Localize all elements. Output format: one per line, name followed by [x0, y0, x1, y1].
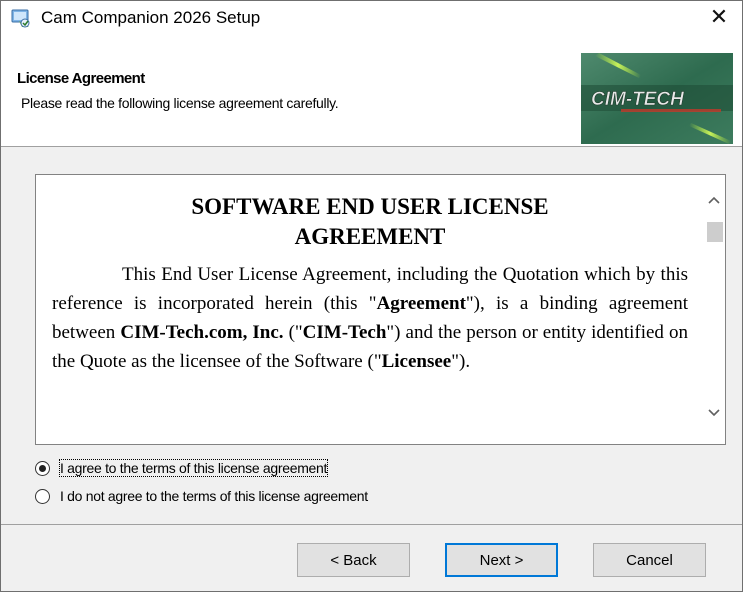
footer-divider — [1, 524, 742, 525]
page-subtitle: Please read the following license agreem… — [21, 95, 339, 111]
license-text-segment: "). — [451, 351, 471, 372]
cancel-button[interactable]: Cancel — [593, 543, 706, 577]
license-term-licensee: Licensee — [381, 351, 452, 372]
back-button[interactable]: < Back — [297, 543, 410, 577]
license-term-company: CIM-Tech.com, Inc. — [120, 322, 284, 343]
disagree-radio-label[interactable]: I do not agree to the terms of this lice… — [60, 488, 368, 504]
agree-radio[interactable] — [35, 461, 50, 476]
license-paragraph: This End User License Agreement, includi… — [52, 260, 688, 376]
license-term-agreement: Agreement — [376, 293, 466, 314]
close-icon: ✕ — [709, 4, 729, 29]
page-title: License Agreement — [17, 70, 145, 87]
license-heading: SOFTWARE END USER LICENSE AGREEMENT — [52, 192, 688, 252]
license-term-cim-tech: CIM-Tech — [302, 322, 387, 343]
license-heading-line2: AGREEMENT — [294, 224, 446, 249]
close-button[interactable]: ✕ — [696, 1, 742, 33]
license-text-segment: (" — [283, 322, 303, 343]
license-heading-line1: SOFTWARE END USER LICENSE — [191, 194, 549, 219]
disagree-radio[interactable] — [35, 489, 50, 504]
chevron-up-icon — [708, 196, 720, 204]
scroll-thumb[interactable] — [707, 222, 723, 242]
license-text-panel[interactable]: SOFTWARE END USER LICENSE AGREEMENT This… — [35, 174, 726, 445]
radio-selected-dot — [39, 465, 46, 472]
agree-radio-label[interactable]: I agree to the terms of this license agr… — [58, 459, 329, 477]
setup-window: Cam Companion 2026 Setup ✕ License Agree… — [0, 0, 743, 592]
scroll-up-arrow[interactable] — [703, 189, 725, 211]
logo-wordmark: CIM-TECH — [591, 89, 685, 110]
wizard-header: License Agreement Please read the follow… — [1, 33, 742, 147]
chevron-down-icon — [708, 409, 720, 417]
next-button[interactable]: Next > — [445, 543, 558, 577]
window-title: Cam Companion 2026 Setup — [41, 8, 261, 27]
scroll-down-arrow[interactable] — [703, 402, 725, 424]
title-bar[interactable]: Cam Companion 2026 Setup ✕ — [1, 1, 742, 33]
license-text: SOFTWARE END USER LICENSE AGREEMENT This… — [52, 192, 688, 376]
vertical-scrollbar[interactable] — [703, 175, 725, 444]
installer-icon — [10, 7, 32, 29]
cim-tech-logo: CIM-TECH — [581, 53, 733, 144]
